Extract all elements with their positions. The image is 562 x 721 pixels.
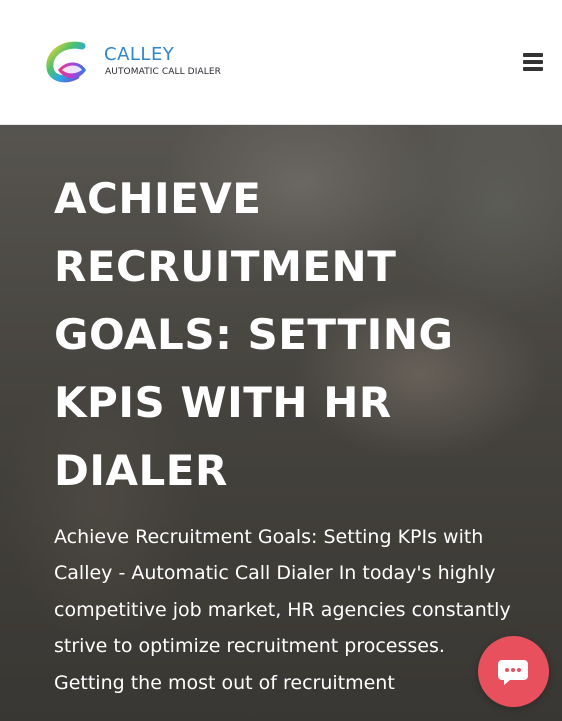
site-header: CALLEY AUTOMATIC CALL DIALER xyxy=(0,0,562,125)
calley-logo-icon xyxy=(46,41,86,83)
logo-link[interactable]: CALLEY AUTOMATIC CALL DIALER xyxy=(44,40,234,86)
logo-name: CALLEY xyxy=(104,44,175,65)
menu-bar xyxy=(523,59,543,64)
hamburger-menu-icon[interactable] xyxy=(521,51,545,75)
logo-tagline: AUTOMATIC CALL DIALER xyxy=(105,67,221,77)
menu-bar xyxy=(523,66,543,71)
chat-button[interactable] xyxy=(478,636,549,707)
post-excerpt: Achieve Recruitment Goals: Setting KPIs … xyxy=(54,526,511,694)
hero-banner: ACHIEVE RECRUITMENT GOALS: SETTING KPIS … xyxy=(0,125,562,721)
chat-bubble-icon xyxy=(498,660,528,685)
menu-bar xyxy=(523,52,543,57)
page-title: ACHIEVE RECRUITMENT GOALS: SETTING KPIS … xyxy=(54,174,454,495)
